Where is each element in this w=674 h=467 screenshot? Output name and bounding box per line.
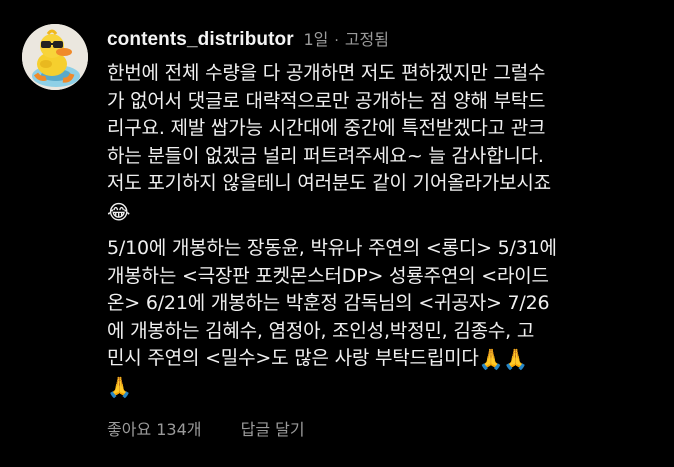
comment-text: 한번에 전체 수량을 다 공개하면 저도 편하겠지만 그럴수 가 없어서 댓글로… [107,60,667,400]
reply-button[interactable]: 답글 달기 [241,420,305,439]
rubber-duck-avatar-icon [22,24,88,90]
comment-paragraph-1: 한번에 전체 수량을 다 공개하면 저도 편하겠지만 그럴수 가 없어서 댓글로… [107,60,667,225]
folded-hands-emoji-icon: 🙏 [107,374,132,399]
text-line: 🙏 [107,373,667,401]
avatar[interactable] [22,24,88,90]
likes-count[interactable]: 좋아요 134개 [107,420,202,439]
text-line: 온> 6/21에 개봉하는 박훈정 감독님의 <귀공자> 7/26 [107,292,550,314]
comment-header: contents_distributor 1일 · 고정됨 [107,28,389,53]
text-line: 가 없어서 댓글로 대략적으로만 공개하는 점 양해 부탁드 [107,89,546,112]
folded-hands-emoji-icon: 🙏🙏 [478,347,529,371]
comment: contents_distributor 1일 · 고정됨 한번에 전체 수량을 다… [0,0,674,467]
text-line: 개봉하는 <극장판 포켓몬스터DP> 성룡주연의 <라이드 [107,264,549,287]
username[interactable]: contents_distributor [107,29,294,50]
meta-separator: · [334,33,339,49]
pinned-label: 고정됨 [344,30,389,49]
text-line-content: 민시 주연의 <밀수>도 많은 사랑 부탁드립미다 [107,347,479,369]
laughing-tears-emoji-icon: 😂 [107,199,131,224]
text-line: 5/10에 개봉하는 장동윤, 박유나 주연의 <롱디> 5/31에 [107,237,557,259]
text-line: 저도 포기하지 않을테니 여러분도 같이 기어올라가보시죠 [107,172,551,194]
comment-actions: 좋아요 134개 답글 달기 [107,416,305,440]
text-line: 리구요. 제발 쌉가능 시간대에 중간에 특전받겠다고 관크 [107,117,546,139]
text-line: 한번에 전체 수량을 다 공개하면 저도 편하겠지만 그럴수 [107,62,546,84]
text-line: 에 개봉하는 김혜수, 염정아, 조인성,박정민, 김종수, 고 [107,319,535,342]
text-line: 하는 분들이 없겠금 널리 퍼트려주세요~ 늘 감사합니다. [107,144,544,167]
text-line: 민시 주연의 <밀수>도 많은 사랑 부탁드립미다🙏🙏 [107,345,667,373]
timestamp: 1일 [303,30,329,49]
comment-paragraph-2: 5/10에 개봉하는 장동윤, 박유나 주연의 <롱디> 5/31에 개봉하는 … [107,235,667,400]
text-line: 😂 [107,198,667,226]
